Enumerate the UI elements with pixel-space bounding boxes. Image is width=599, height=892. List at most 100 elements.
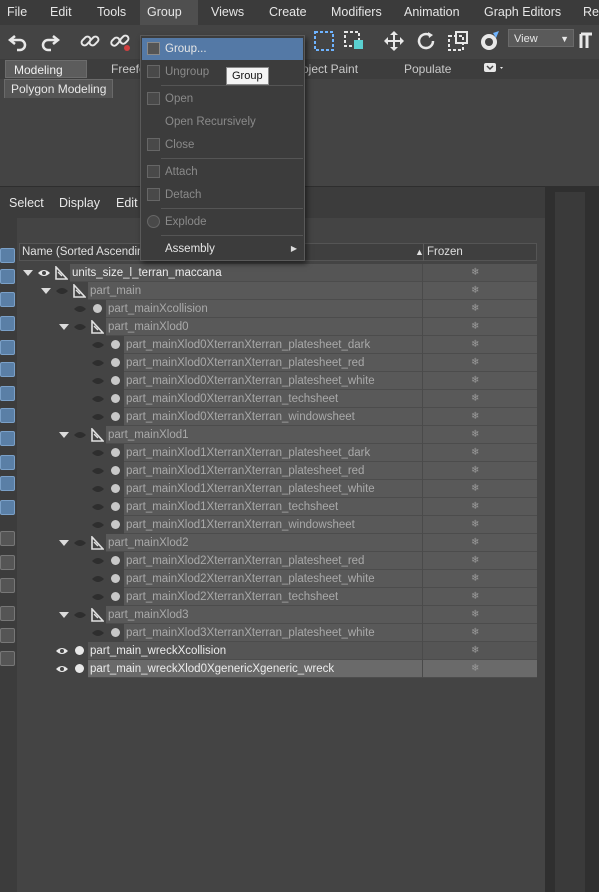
visibility-eye-icon[interactable]: [73, 430, 87, 440]
frozen-toggle-icon[interactable]: ❄: [471, 588, 479, 606]
select-region-icon[interactable]: [312, 29, 336, 53]
snap-icon[interactable]: [478, 29, 502, 53]
column-divider[interactable]: [423, 244, 424, 261]
tree-row[interactable]: part_mainXlod0XterranXterran_platesheet_…: [19, 354, 537, 372]
filter-frozen-icon[interactable]: [0, 476, 15, 491]
expand-triangle-icon[interactable]: [59, 324, 69, 330]
visibility-eye-icon[interactable]: [91, 412, 105, 422]
tree-row[interactable]: part_mainXlod0XterranXterran_techsheet ❄: [19, 390, 537, 408]
filter-containers-icon[interactable]: [0, 455, 15, 470]
tree-row[interactable]: part_mainXlod1XterranXterran_platesheet_…: [19, 462, 537, 480]
layer-icon[interactable]: [0, 651, 15, 666]
menu-rendering[interactable]: Ren: [576, 0, 599, 25]
visibility-eye-icon[interactable]: [91, 502, 105, 512]
tree-row[interactable]: part_mainXcollision ❄: [19, 300, 537, 318]
menu-item-close[interactable]: Close: [142, 134, 303, 156]
frozen-toggle-icon[interactable]: ❄: [471, 552, 479, 570]
visibility-eye-icon[interactable]: [91, 376, 105, 386]
move-icon[interactable]: [382, 29, 406, 53]
tree-row[interactable]: part_mainXlod0XterranXterran_platesheet_…: [19, 372, 537, 390]
column-name-header[interactable]: Name (Sorted Ascending: [22, 244, 150, 261]
expand-triangle-icon[interactable]: [59, 432, 69, 438]
frozen-toggle-icon[interactable]: ❄: [471, 372, 479, 390]
visibility-eye-icon[interactable]: [91, 628, 105, 638]
tree-row[interactable]: part_mainXlod3XterranXterran_platesheet_…: [19, 624, 537, 642]
filter-xrefs-icon[interactable]: [0, 408, 15, 423]
visibility-eye-icon[interactable]: [91, 556, 105, 566]
menu-item-group[interactable]: Group...: [142, 38, 303, 60]
visibility-eye-icon[interactable]: [37, 268, 51, 278]
visibility-eye-icon[interactable]: [55, 646, 69, 656]
frozen-toggle-icon[interactable]: ❄: [471, 534, 479, 552]
tree-row[interactable]: part_mainXlod2XterranXterran_platesheet_…: [19, 570, 537, 588]
visibility-eye-icon[interactable]: [73, 304, 87, 314]
tree-row[interactable]: part_mainXlod3 ❄: [19, 606, 537, 624]
visibility-eye-icon[interactable]: [91, 520, 105, 530]
ribbon-options-icon[interactable]: [482, 60, 506, 78]
frozen-toggle-icon[interactable]: ❄: [471, 390, 479, 408]
tab-modeling[interactable]: Modeling: [5, 60, 87, 78]
tree-row[interactable]: part_mainXlod2 ❄: [19, 534, 537, 552]
frozen-toggle-icon[interactable]: ❄: [471, 642, 479, 660]
polygon-modeling-panel[interactable]: Polygon Modeling: [4, 79, 114, 99]
tree-row[interactable]: part_mainXlod0XterranXterran_windowsheet…: [19, 408, 537, 426]
frozen-toggle-icon[interactable]: ❄: [471, 498, 479, 516]
filter-hidden-icon[interactable]: [0, 500, 15, 515]
link-icon[interactable]: [78, 29, 102, 53]
frozen-toggle-icon[interactable]: ❄: [471, 336, 479, 354]
filter-bones-icon[interactable]: [0, 431, 15, 446]
tab-object-paint[interactable]: oject Paint: [302, 60, 358, 78]
menu-modifiers[interactable]: Modifiers: [324, 0, 389, 25]
find-icon[interactable]: [0, 628, 15, 643]
filter-funnel-icon[interactable]: [0, 606, 15, 621]
frozen-toggle-icon[interactable]: ❄: [471, 354, 479, 372]
tree-row[interactable]: part_mainXlod1XterranXterran_platesheet_…: [19, 480, 537, 498]
frozen-toggle-icon[interactable]: ❄: [471, 426, 479, 444]
tree-row[interactable]: part_mainXlod1XterranXterran_windowsheet…: [19, 516, 537, 534]
tree-row[interactable]: units_size_l_terran_maccana ❄: [19, 264, 537, 282]
window-crossing-icon[interactable]: [342, 29, 366, 53]
tree-row[interactable]: part_mainXlod2XterranXterran_techsheet ❄: [19, 588, 537, 606]
frozen-toggle-icon[interactable]: ❄: [471, 606, 479, 624]
menu-item-ungroup[interactable]: Ungroup: [142, 61, 303, 83]
view-dropdown[interactable]: View ▼: [508, 29, 574, 47]
menu-create[interactable]: Create: [262, 0, 314, 25]
frozen-toggle-icon[interactable]: ❄: [471, 660, 479, 678]
frozen-toggle-icon[interactable]: ❄: [471, 570, 479, 588]
menu-item-attach[interactable]: Attach: [142, 161, 303, 183]
visibility-eye-icon[interactable]: [55, 286, 69, 296]
visibility-eye-icon[interactable]: [73, 538, 87, 548]
tree-row[interactable]: part_mainXlod0XterranXterran_platesheet_…: [19, 336, 537, 354]
menu-item-open[interactable]: Open: [142, 88, 303, 110]
tree-row[interactable]: part_mainXlod1XterranXterran_techsheet ❄: [19, 498, 537, 516]
menu-item-assembly[interactable]: Assembly ▶: [142, 238, 303, 260]
menu-animation[interactable]: Animation: [397, 0, 467, 25]
display-invert-icon[interactable]: [0, 578, 15, 593]
frozen-toggle-icon[interactable]: ❄: [471, 516, 479, 534]
frozen-toggle-icon[interactable]: ❄: [471, 480, 479, 498]
filter-geometry-icon[interactable]: [0, 248, 15, 263]
expand-triangle-icon[interactable]: [59, 540, 69, 546]
filter-cameras-icon[interactable]: [0, 316, 15, 331]
scene-menu-display[interactable]: Display: [59, 187, 100, 219]
display-none-icon[interactable]: [0, 555, 15, 570]
tree-row[interactable]: part_main_wreckXcollision ❄: [19, 642, 537, 660]
frozen-toggle-icon[interactable]: ❄: [471, 462, 479, 480]
scene-menu-edit[interactable]: Edit: [116, 187, 138, 219]
menu-graph-editors[interactable]: Graph Editors: [477, 0, 568, 25]
display-all-icon[interactable]: [0, 531, 15, 546]
visibility-eye-icon[interactable]: [91, 484, 105, 494]
visibility-eye-icon[interactable]: [55, 664, 69, 674]
frozen-toggle-icon[interactable]: ❄: [471, 300, 479, 318]
frozen-toggle-icon[interactable]: ❄: [471, 444, 479, 462]
visibility-eye-icon[interactable]: [73, 610, 87, 620]
filter-shapes-icon[interactable]: [0, 269, 15, 284]
menu-tools[interactable]: Tools: [90, 0, 133, 25]
filter-lights-icon[interactable]: [0, 292, 15, 307]
menu-item-detach[interactable]: Detach: [142, 184, 303, 206]
redo-icon[interactable]: [38, 29, 62, 53]
filter-groups-icon[interactable]: [0, 386, 15, 401]
frozen-toggle-icon[interactable]: ❄: [471, 264, 479, 282]
filter-spacewarps-icon[interactable]: [0, 362, 15, 377]
menu-item-open-recursively[interactable]: Open Recursively: [142, 111, 303, 133]
